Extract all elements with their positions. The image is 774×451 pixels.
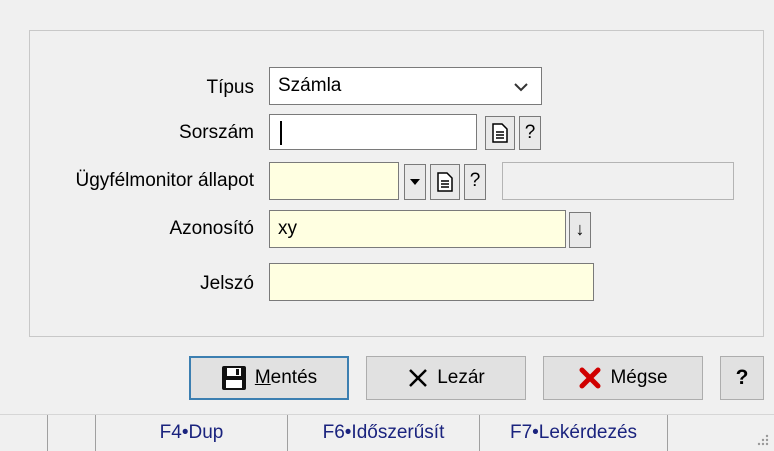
text-caret — [280, 121, 282, 145]
tipus-value: Számla — [278, 75, 342, 96]
azonosito-down-arrow-button[interactable]: ↓ — [569, 212, 591, 248]
save-label-rest: entés — [270, 367, 318, 388]
status-cell-empty — [48, 415, 96, 451]
save-button[interactable]: Mentés — [189, 356, 349, 400]
ugyfelmonitor-input[interactable] — [269, 162, 399, 200]
ugyfelmonitor-help-button[interactable]: ? — [464, 164, 486, 200]
tipus-select[interactable]: Számla — [269, 67, 542, 105]
status-f7-lekerdezes[interactable]: F7•Lekérdezés — [480, 415, 668, 451]
status-f4-dup[interactable]: F4•Dup — [96, 415, 288, 451]
dropdown-arrow-icon — [410, 179, 420, 185]
status-f6-idoszerusit[interactable]: F6•Időszerűsít — [288, 415, 480, 451]
save-label: Mentés — [255, 367, 317, 389]
down-arrow-icon: ↓ — [575, 219, 585, 239]
ugyfelmonitor-dropdown-button[interactable] — [404, 164, 426, 200]
status-bar: F4•Dup F6•Időszerűsít F7•Lekérdezés — [0, 414, 774, 451]
azonosito-input[interactable]: xy — [269, 210, 566, 248]
cancel-button[interactable]: Mégse — [543, 356, 703, 400]
ugyfelmonitor-description-field — [502, 162, 734, 200]
status-cell-empty — [0, 415, 48, 451]
sorszam-label: Sorszám — [179, 122, 254, 143]
floppy-disk-icon — [221, 366, 246, 390]
resize-grip-icon[interactable] — [756, 433, 770, 447]
sorszam-input[interactable] — [269, 114, 477, 150]
azonosito-label: Azonosító — [169, 218, 255, 239]
chevron-down-icon — [514, 83, 528, 92]
x-close-icon — [409, 369, 428, 387]
close-button[interactable]: Lezár — [366, 356, 526, 400]
save-mnemonic: M — [254, 367, 271, 388]
ugyfelmonitor-label: Ügyfélmonitor állapot — [75, 170, 254, 191]
ugyfelmonitor-document-button[interactable] — [430, 164, 460, 200]
document-icon — [492, 123, 508, 143]
help-button[interactable]: ? — [720, 356, 764, 400]
document-icon — [437, 172, 453, 192]
close-label: Lezár — [437, 367, 485, 388]
jelszo-input[interactable] — [269, 263, 594, 301]
jelszo-label: Jelszó — [200, 273, 254, 294]
tipus-label: Típus — [206, 77, 254, 98]
sorszam-document-button[interactable] — [485, 116, 515, 150]
cancel-label: Mégse — [610, 367, 668, 388]
sorszam-help-button[interactable]: ? — [519, 116, 541, 150]
red-x-icon — [579, 367, 601, 389]
